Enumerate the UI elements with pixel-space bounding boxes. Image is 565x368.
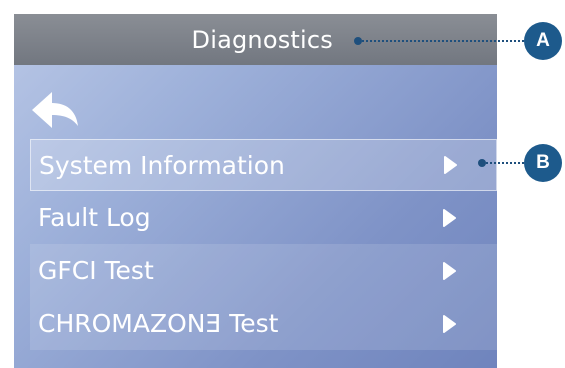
menu-item-label: CHROMAZONƎ Test — [38, 309, 279, 338]
callout-a-line — [362, 40, 524, 42]
control-panel-screen: Diagnostics System Information Fault Log — [14, 14, 497, 368]
screen-title: Diagnostics — [191, 25, 333, 54]
diagnostics-figure: Diagnostics System Information Fault Log — [0, 0, 565, 368]
diagnostics-menu: System Information Fault Log GFCI Test C… — [30, 139, 497, 350]
callout-a-badge: A — [524, 22, 562, 60]
menu-item-label: System Information — [39, 150, 285, 180]
menu-item-label: GFCI Test — [38, 256, 154, 285]
play-arrow-icon — [442, 208, 456, 227]
play-arrow-icon — [442, 261, 456, 280]
play-arrow-icon — [443, 156, 457, 174]
callout-b-line — [486, 162, 524, 164]
back-arrow-icon[interactable] — [30, 88, 80, 132]
callout-b-dot — [478, 159, 486, 167]
callout-a-dot — [354, 37, 362, 45]
menu-item-chromazone-test[interactable]: CHROMAZONƎ Test — [30, 297, 497, 350]
menu-item-system-information[interactable]: System Information — [30, 139, 497, 191]
callout-b-badge: B — [524, 144, 562, 182]
menu-item-label: Fault Log — [38, 203, 151, 232]
menu-item-gfci-test[interactable]: GFCI Test — [30, 244, 497, 297]
menu-item-fault-log[interactable]: Fault Log — [30, 191, 497, 244]
play-arrow-icon — [442, 314, 456, 333]
